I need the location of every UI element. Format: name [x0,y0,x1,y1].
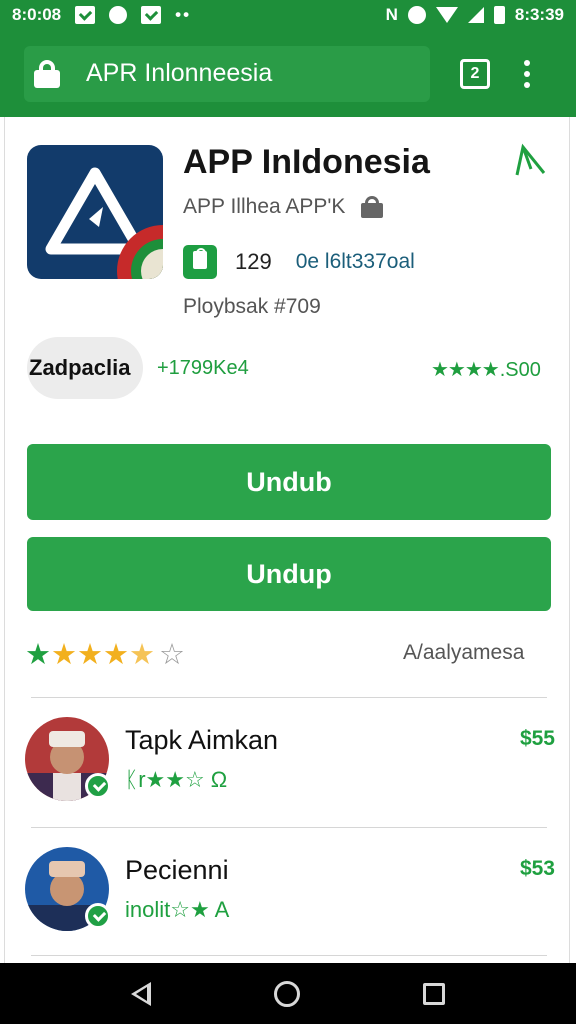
star-icon: ★ [51,639,77,671]
review-stars: inolit☆★ A [125,897,230,922]
url-text: APR Inlonneesia [86,59,273,87]
status-time-left: 8:0:08 [12,5,62,24]
nfc-icon: N [385,5,398,24]
rating-tag-stars: ★★★ [431,359,483,381]
divider [31,955,547,956]
download-button-secondary[interactable]: Undup [27,537,551,611]
lock-icon [34,59,60,88]
star-empty-icon: ☆ [159,639,185,671]
star-icon: ★ [25,639,51,671]
verified-badge-icon [85,903,111,929]
signal-icon [467,7,484,23]
app-subtitle-row: APP Illhea APP'K [183,195,384,219]
share-icon[interactable] [513,143,547,182]
wifi-icon [435,7,458,23]
rating-stars: ★ ★ ★ ★ ★ ☆ [25,637,185,672]
reviewer-name: Pecienni [125,855,229,885]
home-icon[interactable] [273,980,300,1007]
alarm-icon [407,6,426,24]
more-dots-icon: •• [175,5,192,24]
battery-icon [493,6,505,24]
meta-tag: 0e l6lt337oal [295,250,415,273]
status-left: 8:0:08 •• [12,5,191,25]
overflow-menu-icon[interactable] [524,59,530,88]
verified-badge-icon [85,773,111,799]
check-circle-icon [109,6,128,24]
app-title: APP InIdonesia [183,143,430,181]
review-price: $53 [519,857,555,880]
recents-icon[interactable] [422,982,445,1005]
download-button-primary[interactable]: Undub [27,444,551,520]
divider [31,827,547,828]
downloads-tag: +1799Ke4 [157,357,249,379]
status-time-right: 8:3:39 [514,5,564,24]
review-price: $55 [519,727,555,750]
status-right: N 8:3:39 [386,5,564,25]
app-detail-page: APP InIdonesia APP Illhea APP'K 129 0e l… [4,117,570,963]
install-count: 129 [235,249,272,274]
tab-switcher-button[interactable]: 2 [460,58,490,89]
reviewer-name: Tapk Aimkan [125,725,279,755]
message-icon [75,6,96,24]
app-meta-row: 129 0e l6lt337oal [183,245,415,279]
lock-icon [361,196,384,218]
app-icon [27,145,163,279]
mail-icon [141,6,162,24]
star-icon: ★ [77,639,103,671]
review-stars: ᛕr★★☆ Ω [125,767,228,792]
star-half-icon: ★ [129,639,155,671]
rating-tag-text: ★.S00 [481,359,541,381]
app-subtitle: APP Illhea APP'K [183,195,346,218]
status-bar: 8:0:08 •• N 8:3:39 [0,0,576,30]
star-icon: ★ [103,639,129,671]
back-icon[interactable] [131,981,152,1006]
rating-tag: ★★★★.S00 [431,357,541,382]
address-bar[interactable]: APR Inlonneesia [24,45,430,102]
shopping-bag-icon [183,245,217,279]
rating-caption: A/aalyamesa [403,641,525,664]
developer-chip[interactable]: Zadpaclia [27,337,143,399]
browser-toolbar: APR Inlonneesia 2 [0,30,576,117]
divider [31,697,547,698]
system-nav-bar [0,963,576,1024]
review-item[interactable]: Tapk Aimkan ᛕr★★☆ Ω $55 [25,717,555,817]
playback-info: Ploybsak #709 [183,295,321,318]
review-item[interactable]: Pecienni inolit☆★ A $53 [25,847,555,947]
